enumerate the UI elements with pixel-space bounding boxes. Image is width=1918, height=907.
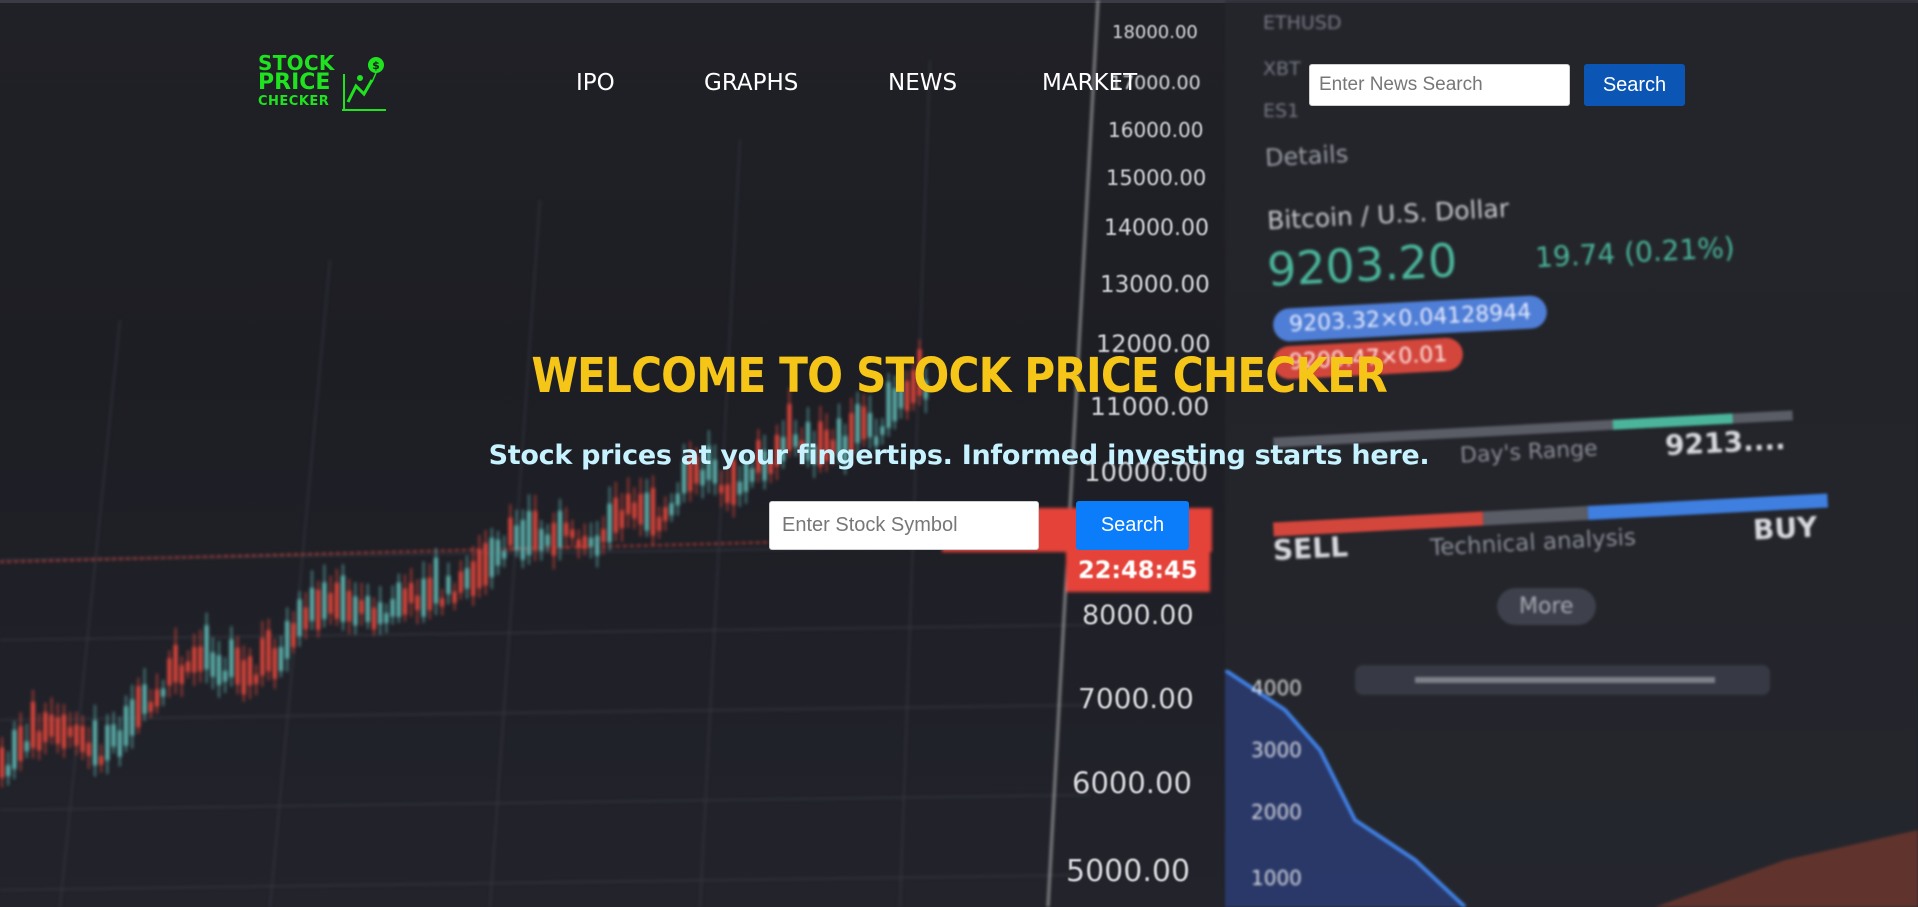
- logo-line-price: PRICE: [258, 70, 331, 95]
- page: 18000.00 17000.00 16000.00 15000.00 14000.00…: [0, 0, 1918, 907]
- hero-subtitle: Stock prices at your fingertips. Informe…: [488, 440, 1430, 471]
- depth-chart: [1225, 670, 1918, 907]
- news-search-input[interactable]: [1309, 64, 1570, 106]
- chart-person-dollar-icon: $: [342, 57, 386, 111]
- logo-wordmark: STOCK PRICE CHECKER: [258, 53, 335, 111]
- buy-label: BUY: [1752, 510, 1819, 547]
- depth-axis-label: 2000: [1251, 800, 1302, 824]
- nav-item-graphs[interactable]: GRAPHS: [704, 70, 798, 96]
- price-axis-label: 13000.00: [1100, 272, 1210, 298]
- logo-line-checker: CHECKER: [258, 94, 330, 109]
- depth-axis-label: 3000: [1251, 738, 1302, 762]
- depth-axis-label: 4000: [1251, 676, 1302, 700]
- svg-text:$: $: [372, 59, 380, 72]
- price-axis-label: 6000.00: [1072, 766, 1192, 800]
- stock-symbol-input[interactable]: [769, 501, 1039, 550]
- site-header: STOCK PRICE CHECKER $ IPO GRAPHS NEWS MA…: [0, 0, 1918, 170]
- pair-price: 9203.20: [1265, 233, 1459, 297]
- time-label: 22:48:45: [1078, 556, 1198, 584]
- sell-label: SELL: [1272, 530, 1349, 567]
- nav-item-ipo[interactable]: IPO: [576, 70, 615, 96]
- stock-search-button[interactable]: Search: [1076, 501, 1189, 550]
- price-axis-label: 14000.00: [1104, 216, 1209, 241]
- site-logo[interactable]: STOCK PRICE CHECKER $: [258, 53, 388, 114]
- price-axis-label: 7000.00: [1078, 682, 1194, 715]
- price-axis-label: 5000.00: [1066, 854, 1191, 889]
- technical-label: Technical analysis: [1429, 524, 1637, 562]
- depth-axis-label: 1000: [1251, 866, 1302, 890]
- nav-item-news[interactable]: NEWS: [888, 70, 957, 96]
- nav-item-market[interactable]: MARKET: [1042, 70, 1137, 96]
- pair-change: 19.74 (0.21%): [1534, 230, 1736, 275]
- more-label: More: [1497, 588, 1596, 625]
- news-search-button[interactable]: Search: [1584, 64, 1685, 106]
- bid-pill: 9203.32×0.04128944: [1272, 294, 1549, 343]
- price-axis-label: 8000.00: [1082, 600, 1194, 631]
- hero-title: WELCOME TO STOCK PRICE CHECKER: [531, 348, 1387, 404]
- pair-name: Bitcoin / U.S. Dollar: [1266, 193, 1510, 236]
